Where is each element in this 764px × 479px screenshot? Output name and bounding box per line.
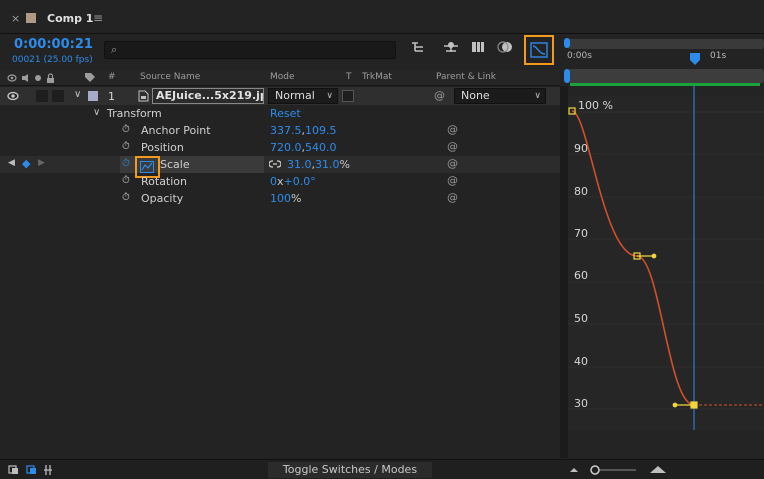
- ruler-tick-1s: 01s: [710, 51, 727, 61]
- graph-curve-icon: [140, 161, 154, 173]
- navigator-start-handle[interactable]: [564, 69, 570, 83]
- property-name: Scale: [160, 158, 190, 171]
- timeline-panel-switch-icons: [8, 465, 52, 475]
- header-trkmat: TrkMat: [362, 72, 392, 82]
- stopwatch-icon[interactable]: ⏱: [122, 124, 130, 135]
- graph-editor-icon: [530, 42, 548, 58]
- composition-tab-title[interactable]: Comp 1: [47, 12, 93, 25]
- stopwatch-icon[interactable]: ⏱: [122, 141, 130, 152]
- chevron-down-icon: ∨: [534, 91, 541, 101]
- value-graph[interactable]: [568, 86, 764, 458]
- property-name: Opacity: [141, 192, 184, 205]
- zoom-slider-thumb: [590, 465, 600, 475]
- scale-value[interactable]: 31.0,31.0%: [287, 158, 350, 171]
- stopwatch-icon[interactable]: ⏱: [122, 175, 130, 186]
- keyframe-diamond-icon[interactable]: ◆: [22, 157, 30, 170]
- lock-switch[interactable]: [52, 90, 64, 102]
- header-parent-link: Parent & Link: [436, 72, 496, 82]
- layer-search-input[interactable]: ⌕: [104, 41, 396, 59]
- property-name: Anchor Point: [141, 124, 211, 137]
- av-switch-header-icons: [7, 73, 54, 83]
- property-row-opacity: ⏱ Opacity 100% @: [0, 190, 560, 207]
- property-name: Rotation: [141, 175, 188, 188]
- search-icon: ⌕: [111, 43, 118, 56]
- property-name: Position: [141, 141, 184, 154]
- frame-blending-icon[interactable]: [468, 40, 488, 58]
- opacity-value[interactable]: 100%: [270, 192, 301, 205]
- chevron-down-icon: ∨: [326, 91, 333, 101]
- parent-dropdown[interactable]: None ∨: [454, 88, 546, 104]
- property-row-rotation: ⏱ Rotation 0x+0.0° @: [0, 173, 560, 190]
- layer-collapse-chevron-icon[interactable]: ∨: [74, 89, 81, 100]
- transform-reset-link[interactable]: Reset: [270, 107, 301, 120]
- previous-keyframe-icon[interactable]: ◀: [8, 158, 15, 168]
- work-area-start-handle[interactable]: [564, 38, 570, 48]
- layer-number: 1: [108, 90, 115, 103]
- parent-pickwhip-icon[interactable]: @: [434, 89, 445, 102]
- graph-editor-toggle-button[interactable]: [524, 35, 554, 65]
- transform-group-row[interactable]: ∨ Transform Reset: [0, 105, 560, 122]
- rotation-value[interactable]: 0x+0.0°: [270, 175, 316, 188]
- time-navigator-bar[interactable]: [568, 69, 764, 83]
- draft-3d-icon[interactable]: [441, 40, 461, 58]
- current-time-display[interactable]: 0:00:00:21: [14, 37, 93, 52]
- blend-mode-value: Normal: [275, 89, 315, 102]
- composition-tab-bar: × Comp 1 ≡: [0, 0, 764, 34]
- work-area-bar[interactable]: [568, 39, 764, 49]
- playhead-handle[interactable]: [690, 53, 700, 65]
- next-keyframe-icon[interactable]: ▶: [38, 158, 45, 168]
- composition-color-swatch: [26, 13, 36, 23]
- property-row-anchor-point: ⏱ Anchor Point 337.5,109.5 @: [0, 122, 560, 139]
- zoom-out-icon: [570, 468, 578, 472]
- header-mode: Mode: [270, 72, 295, 82]
- timeline-column-header: # Source Name Mode T TrkMat Parent & Lin…: [0, 70, 560, 86]
- bezier-handle-point: [672, 402, 678, 408]
- bezier-handle-point: [651, 253, 657, 259]
- header-source-name[interactable]: Source Name: [140, 72, 200, 82]
- panel-splitter[interactable]: [560, 86, 568, 458]
- solo-switch[interactable]: [36, 90, 48, 102]
- visibility-eye-icon[interactable]: [7, 91, 19, 101]
- expression-pickwhip-icon[interactable]: @: [447, 174, 458, 187]
- property-row-position: ⏱ Position 720.0,540.0 @: [0, 139, 560, 156]
- composition-mini-flowchart-icon[interactable]: [408, 40, 428, 58]
- toggle-switches-modes-button[interactable]: Toggle Switches / Modes: [268, 462, 432, 478]
- preserve-transparency-checkbox[interactable]: [342, 90, 354, 102]
- constrain-proportions-link-icon[interactable]: [269, 160, 281, 168]
- zoom-slider[interactable]: [568, 464, 668, 476]
- label-tag-icon: [85, 73, 95, 82]
- expression-pickwhip-icon[interactable]: @: [447, 157, 458, 170]
- panel-menu-icon[interactable]: ≡: [93, 11, 103, 25]
- property-row-scale: ◀ ◆ ▶ ⏱ Scale 31.0,31.0% @: [0, 156, 560, 178]
- time-ruler[interactable]: 0:00s 01s: [564, 36, 764, 86]
- blend-mode-dropdown[interactable]: Normal ∨: [268, 88, 338, 104]
- transform-collapse-chevron-icon[interactable]: ∨: [93, 107, 100, 118]
- layer-label-color[interactable]: [88, 91, 98, 101]
- scale-value-curve: [571, 110, 695, 406]
- header-hash: #: [108, 72, 116, 82]
- anchor-point-value[interactable]: 337.5,109.5: [270, 124, 337, 137]
- expression-pickwhip-icon[interactable]: @: [447, 191, 458, 204]
- close-tab-icon[interactable]: ×: [11, 12, 20, 25]
- timeline-bottom-bar: Toggle Switches / Modes: [0, 459, 764, 479]
- keyframe-point-selected: [690, 401, 698, 409]
- motion-blur-icon[interactable]: [495, 40, 515, 58]
- stopwatch-active-icon[interactable]: ⏱: [122, 158, 130, 169]
- transform-label: Transform: [107, 107, 162, 120]
- position-value[interactable]: 720.0,540.0: [270, 141, 337, 154]
- ruler-tick-0s: 0:00s: [567, 51, 592, 61]
- parent-value: None: [461, 89, 490, 102]
- image-footage-icon: [138, 90, 149, 102]
- header-t: T: [346, 72, 352, 82]
- layer-row[interactable]: ∨ 1 AEJuice...5x219.jpeg Normal ∨ @ None…: [0, 87, 560, 105]
- layer-source-name[interactable]: AEJuice...5x219.jpeg: [152, 88, 264, 104]
- frame-count-fps: 00021 (25.00 fps): [12, 55, 93, 65]
- expression-pickwhip-icon[interactable]: @: [447, 140, 458, 153]
- expression-pickwhip-icon[interactable]: @: [447, 123, 458, 136]
- stopwatch-icon[interactable]: ⏱: [122, 192, 130, 203]
- zoom-in-icon: [650, 466, 666, 473]
